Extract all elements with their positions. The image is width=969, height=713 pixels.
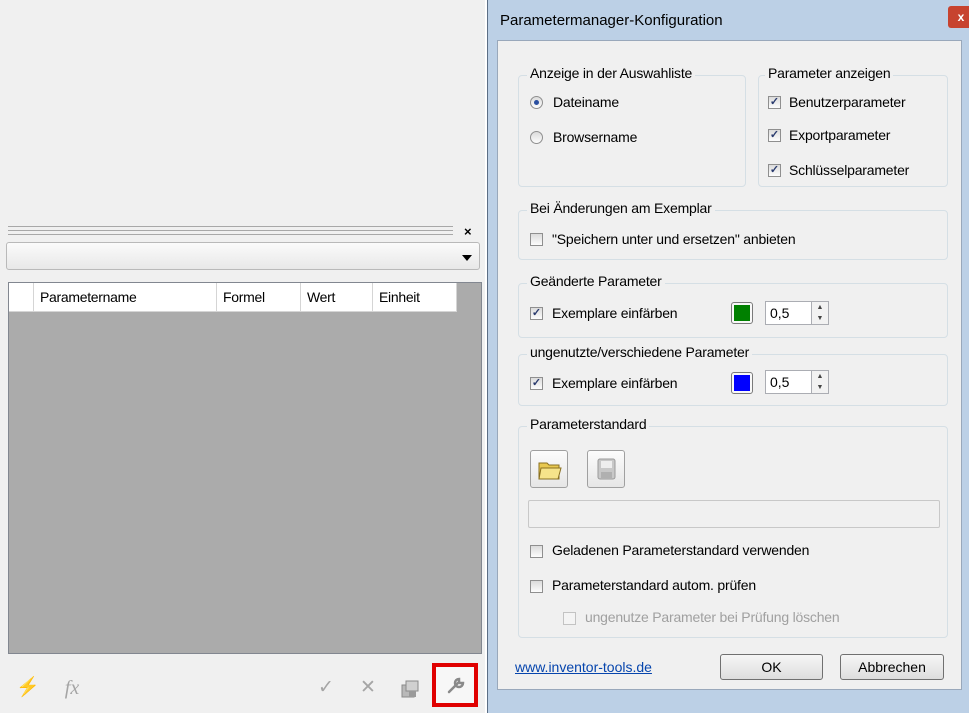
standard-group bbox=[518, 426, 948, 638]
checkbox-color-changed-label[interactable]: Exemplare einfärben bbox=[552, 305, 678, 321]
radio-filename[interactable] bbox=[530, 96, 543, 109]
changed-params-legend: Geänderte Parameter bbox=[527, 273, 665, 289]
website-link[interactable]: www.inventor-tools.de bbox=[515, 659, 652, 675]
checkbox-export-params[interactable]: ✓ bbox=[768, 129, 781, 142]
unused-params-legend: ungenutzte/verschiedene Parameter bbox=[527, 344, 753, 360]
export-icon[interactable] bbox=[400, 679, 422, 699]
wrench-icon[interactable] bbox=[444, 674, 468, 698]
checkbox-color-unused-label[interactable]: Exemplare einfärben bbox=[552, 375, 678, 391]
checkbox-auto-check-label[interactable]: Parameterstandard autom. prüfen bbox=[552, 577, 756, 593]
checkbox-user-params-label[interactable]: Benutzerparameter bbox=[789, 94, 906, 110]
panel-grip-line[interactable] bbox=[8, 230, 453, 231]
document-dropdown[interactable] bbox=[6, 242, 480, 270]
pane-close-icon[interactable]: × bbox=[464, 224, 472, 239]
save-button[interactable] bbox=[587, 450, 625, 488]
parameter-grid[interactable] bbox=[8, 282, 482, 654]
checkbox-use-loaded-standard[interactable] bbox=[530, 545, 543, 558]
panel-grip-line[interactable] bbox=[8, 226, 453, 227]
cancel-button[interactable]: Abbrechen bbox=[840, 654, 944, 680]
column-header-unit[interactable]: Einheit bbox=[373, 283, 457, 311]
panel-empty-area bbox=[0, 0, 485, 222]
cross-icon[interactable]: ✕ bbox=[356, 676, 380, 700]
lightning-icon[interactable]: ⚡ bbox=[16, 676, 40, 700]
checkbox-key-params[interactable]: ✓ bbox=[768, 164, 781, 177]
close-icon[interactable]: x bbox=[948, 6, 969, 28]
radio-browsername-label[interactable]: Browsername bbox=[553, 129, 637, 145]
display-group-legend: Anzeige in der Auswahliste bbox=[527, 65, 696, 81]
checkbox-color-changed[interactable]: ✓ bbox=[530, 307, 543, 320]
spin-up-icon[interactable]: ▲ bbox=[811, 302, 828, 313]
radio-filename-label[interactable]: Dateiname bbox=[553, 94, 619, 110]
fx-icon[interactable]: fx bbox=[60, 676, 84, 700]
instance-changes-legend: Bei Änderungen am Exemplar bbox=[527, 200, 715, 216]
opacity-stepper-changed[interactable]: 0,5 ▲ ▼ bbox=[765, 301, 829, 325]
spin-up-icon[interactable]: ▲ bbox=[811, 371, 828, 382]
checkbox-delete-unused bbox=[563, 612, 576, 625]
dialog-title: Parametermanager-Konfiguration bbox=[500, 12, 723, 29]
checkbox-color-unused[interactable]: ✓ bbox=[530, 377, 543, 390]
column-header-name[interactable]: Parametername bbox=[34, 283, 217, 311]
panel-grip-line[interactable] bbox=[8, 234, 453, 235]
checkbox-user-params[interactable]: ✓ bbox=[768, 96, 781, 109]
spin-down-icon[interactable]: ▼ bbox=[811, 313, 828, 324]
chevron-down-icon[interactable] bbox=[462, 255, 472, 261]
opacity-value-changed[interactable]: 0,5 bbox=[770, 305, 789, 321]
ok-button[interactable]: OK bbox=[720, 654, 823, 680]
show-params-legend: Parameter anzeigen bbox=[765, 65, 894, 81]
checkbox-export-params-label[interactable]: Exportparameter bbox=[789, 127, 890, 143]
checkbox-delete-unused-label: ungenutze Parameter bei Prüfung löschen bbox=[585, 609, 840, 625]
check-icon[interactable]: ✓ bbox=[314, 676, 338, 700]
folder-open-icon bbox=[538, 462, 562, 480]
opacity-stepper-unused[interactable]: 0,5 ▲ ▼ bbox=[765, 370, 829, 394]
checkbox-save-as-replace[interactable] bbox=[530, 233, 543, 246]
column-header-formula[interactable]: Formel bbox=[217, 283, 301, 311]
grid-row-header-corner[interactable] bbox=[9, 283, 34, 311]
color-picker-changed[interactable] bbox=[731, 302, 753, 324]
radio-browsername[interactable] bbox=[530, 131, 543, 144]
standard-legend: Parameterstandard bbox=[527, 416, 650, 432]
column-header-value[interactable]: Wert bbox=[301, 283, 373, 311]
open-folder-button[interactable] bbox=[530, 450, 568, 488]
standard-path-field[interactable] bbox=[528, 500, 940, 528]
color-picker-unused[interactable] bbox=[731, 372, 753, 394]
opacity-value-unused[interactable]: 0,5 bbox=[770, 374, 789, 390]
checkbox-key-params-label[interactable]: Schlüsselparameter bbox=[789, 162, 909, 178]
save-disk-icon bbox=[597, 458, 616, 480]
checkbox-save-as-replace-label[interactable]: "Speichern unter und ersetzen" anbieten bbox=[552, 231, 796, 247]
spin-down-icon[interactable]: ▼ bbox=[811, 382, 828, 393]
checkbox-use-loaded-standard-label[interactable]: Geladenen Parameterstandard verwenden bbox=[552, 542, 809, 558]
checkbox-auto-check[interactable] bbox=[530, 580, 543, 593]
